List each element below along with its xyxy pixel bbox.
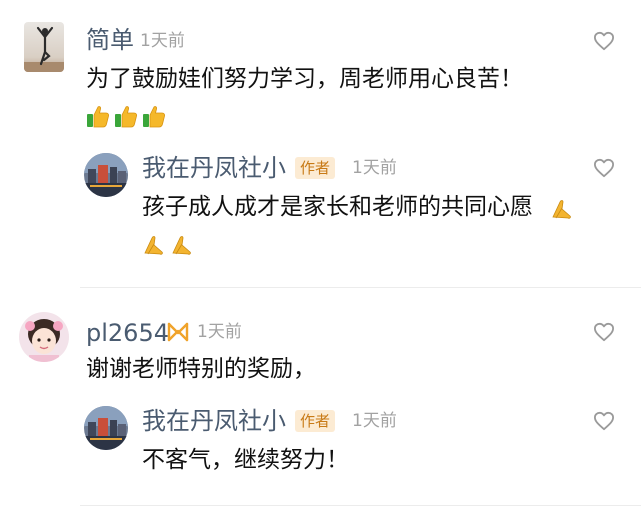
thumbs-up-icon (87, 106, 110, 128)
commenter-name[interactable]: pl2654 (86, 319, 169, 347)
like-heart-icon[interactable] (593, 322, 615, 342)
like-heart-icon[interactable] (593, 411, 615, 431)
praying-hands-icon (552, 200, 571, 219)
comment-item: pl2654 1天前 谢谢老师特别的奖励， 我在丹凤社小 作者 1天前 不客气，… (0, 290, 641, 507)
author-badge: 作者 (295, 157, 336, 179)
emoji-reactions (86, 104, 166, 128)
like-heart-icon[interactable] (593, 31, 615, 51)
comment-text: 谢谢老师特别的奖励， (86, 356, 316, 382)
praying-hands-icon (172, 236, 191, 255)
commenter-name[interactable]: 简单 (86, 26, 134, 54)
thumbs-up-icon (115, 106, 138, 128)
comment-time: 1天前 (352, 411, 397, 431)
thumbs-up-icon (143, 106, 166, 128)
comment-time: 1天前 (197, 322, 242, 342)
avatar[interactable] (84, 406, 128, 450)
comment-item: 简单 1天前 为了鼓励娃们努力学习，周老师用心良苦！ 我在丹凤社小 作者 1天前… (0, 0, 641, 290)
commenter-name[interactable]: 我在丹凤社小 (142, 407, 286, 435)
like-heart-icon[interactable] (593, 158, 615, 178)
comment-time: 1天前 (352, 158, 397, 178)
author-badge: 作者 (295, 410, 336, 432)
avatar[interactable] (19, 312, 69, 362)
avatar[interactable] (84, 153, 128, 197)
comment-text: 不客气，继续努力！ (142, 447, 349, 473)
comment-divider (80, 287, 641, 288)
comment-divider (80, 505, 641, 506)
comment-text: 孩子成人成才是家长和老师的共同心愿 (142, 194, 533, 220)
vip-badge-icon (167, 322, 189, 342)
praying-hands-icon (144, 236, 163, 255)
commenter-name[interactable]: 我在丹凤社小 (142, 154, 286, 182)
comment-time: 1天前 (140, 31, 185, 51)
comment-text: 为了鼓励娃们努力学习，周老师用心良苦！ (86, 66, 523, 92)
emoji-reactions (142, 232, 194, 256)
avatar[interactable] (24, 22, 64, 72)
